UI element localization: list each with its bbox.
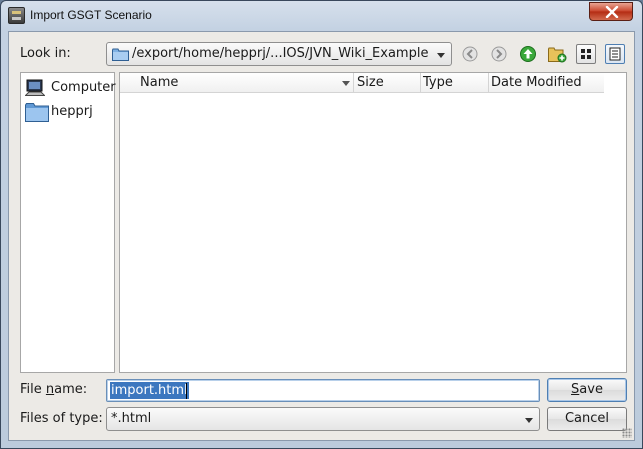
dialog-window: Import GSGT Scenario Look in: /export/ho… xyxy=(0,0,643,449)
dialog-body: Look in: /export/home/hepprj/...IOS/JVN_… xyxy=(8,31,635,441)
file-list-header: Name Size Type Date Modified xyxy=(120,73,604,93)
file-name-input[interactable]: import.html xyxy=(106,379,540,402)
details-view-button[interactable] xyxy=(605,44,625,64)
folder-icon xyxy=(25,103,49,122)
details-view-icon xyxy=(609,47,621,61)
list-view-button[interactable] xyxy=(576,44,596,64)
sidebar-item-label: Computer xyxy=(51,80,116,95)
column-header-name[interactable]: Name xyxy=(120,73,354,93)
back-icon[interactable] xyxy=(460,44,480,64)
look-in-combo[interactable]: /export/home/hepprj/...IOS/JVN_Wiki_Exam… xyxy=(106,42,452,66)
title-bar[interactable]: Import GSGT Scenario xyxy=(1,1,642,31)
list-view-icon xyxy=(581,49,591,59)
computer-icon xyxy=(25,79,45,96)
sidebar-item-computer[interactable]: Computer xyxy=(25,77,116,99)
file-name-value: import.html xyxy=(110,382,189,399)
files-of-type-value: *.html xyxy=(111,411,152,426)
look-in-label: Look in: xyxy=(20,46,71,61)
save-button[interactable]: Save xyxy=(547,378,627,402)
folder-icon xyxy=(112,48,129,61)
sidebar-item-label: hepprj xyxy=(51,104,93,119)
file-name-label: File name: xyxy=(20,382,88,397)
close-icon xyxy=(605,6,619,18)
look-in-path: /export/home/hepprj/...IOS/JVN_Wiki_Exam… xyxy=(132,46,429,61)
cancel-button[interactable]: Cancel xyxy=(547,407,627,431)
text-caret xyxy=(186,383,187,399)
forward-icon[interactable] xyxy=(489,44,509,64)
file-list[interactable]: Name Size Type Date Modified xyxy=(119,72,627,373)
files-of-type-label: Files of type: xyxy=(20,411,103,426)
app-icon xyxy=(8,7,25,24)
files-of-type-combo[interactable]: *.html xyxy=(106,407,540,431)
column-header-size[interactable]: Size xyxy=(354,73,421,93)
chevron-down-icon xyxy=(525,418,533,423)
window-title: Import GSGT Scenario xyxy=(30,8,152,22)
column-header-type[interactable]: Type xyxy=(421,73,489,93)
column-header-date-modified[interactable]: Date Modified xyxy=(489,73,604,93)
new-folder-icon[interactable] xyxy=(547,44,567,64)
sidebar-item-hepprj[interactable]: hepprj xyxy=(25,101,111,123)
sort-descending-icon xyxy=(342,81,350,86)
close-button[interactable] xyxy=(589,2,633,21)
resize-grip[interactable] xyxy=(622,428,632,438)
up-folder-icon[interactable] xyxy=(518,44,538,64)
chevron-down-icon xyxy=(437,53,445,58)
places-sidebar: Computer hepprj xyxy=(20,72,116,373)
